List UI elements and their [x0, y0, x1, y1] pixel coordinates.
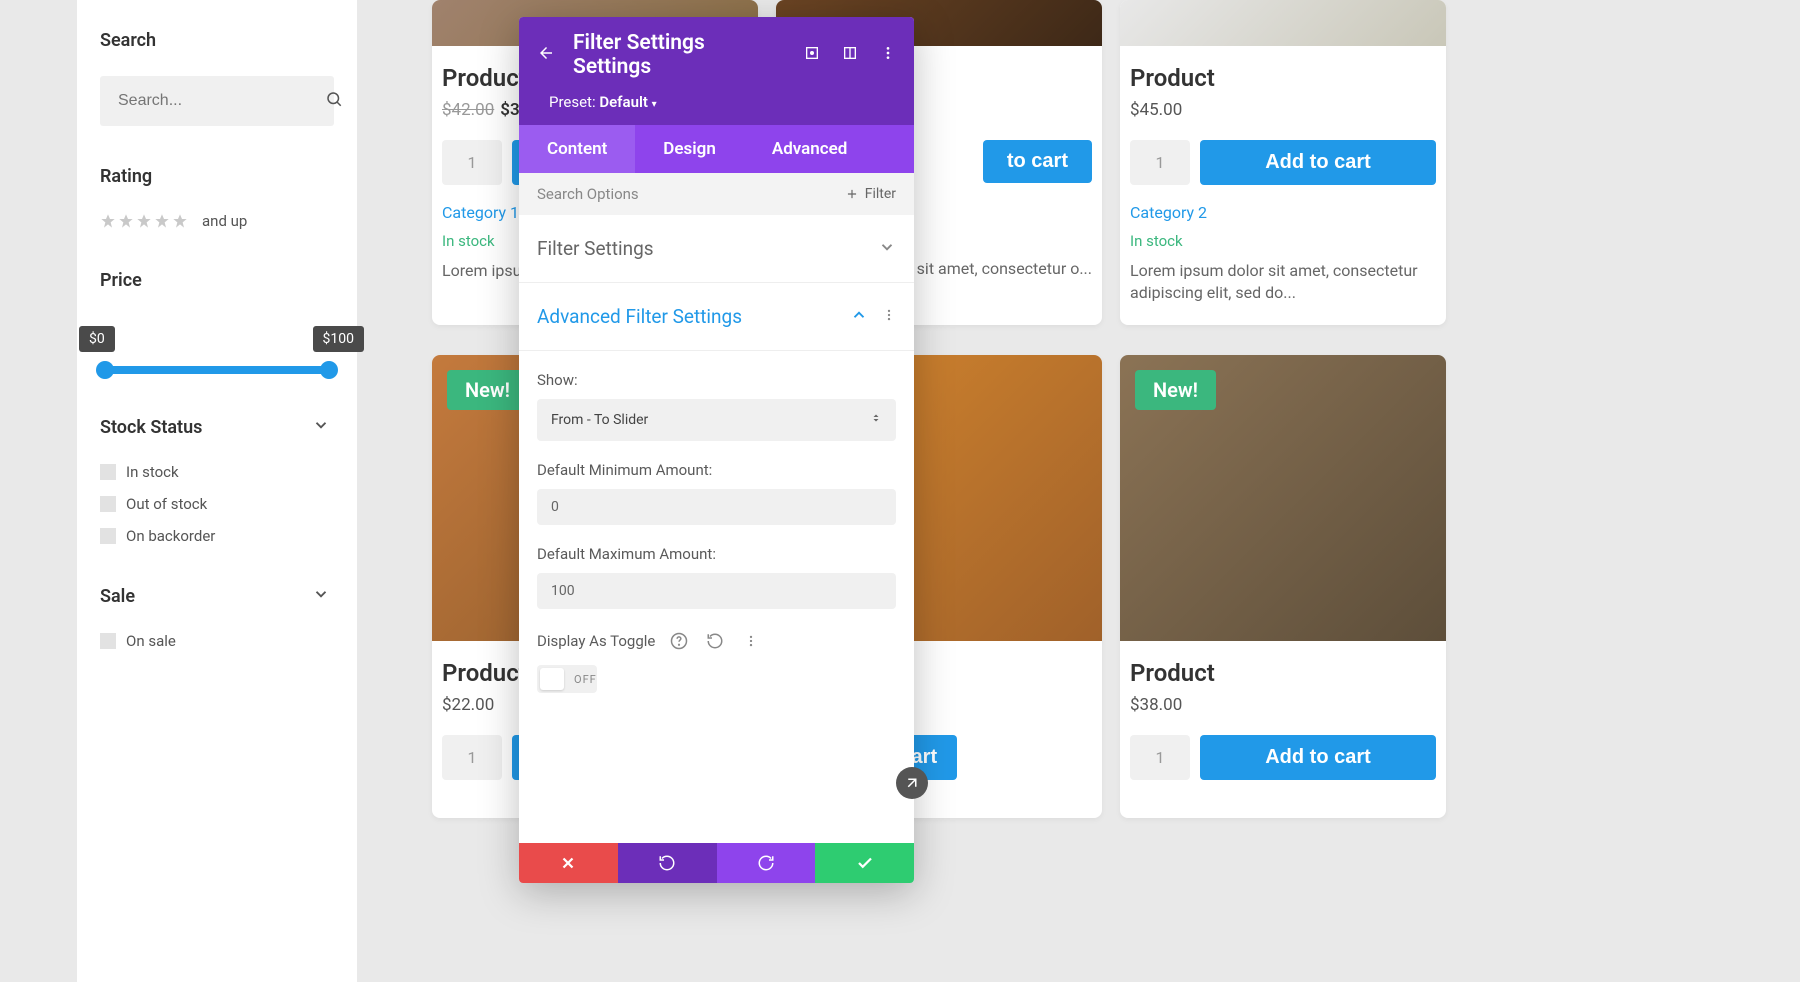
star-icon: [100, 213, 116, 229]
rating-filter[interactable]: and up: [100, 212, 334, 230]
modal-body: Show: From - To Slider Default Minimum A…: [519, 351, 914, 713]
product-card: Product $45.00 1 Add to cart Category 2 …: [1120, 0, 1446, 325]
show-select[interactable]: From - To Slider: [537, 399, 896, 441]
reset-icon[interactable]: [703, 629, 727, 653]
search-icon: [325, 90, 343, 112]
stock-status: In stock: [1130, 232, 1436, 250]
modal-header: Filter Settings Settings Preset: Default…: [519, 17, 914, 173]
max-amount-label: Default Maximum Amount:: [537, 545, 896, 563]
undo-button[interactable]: [618, 843, 717, 883]
tab-content[interactable]: Content: [519, 125, 635, 173]
rating-and-up: and up: [202, 212, 247, 230]
star-icon: [172, 213, 188, 229]
more-icon[interactable]: [882, 306, 896, 328]
back-button[interactable]: [537, 44, 555, 66]
max-amount-input[interactable]: 100: [537, 573, 896, 609]
modal-tabs: Content Design Advanced: [519, 125, 914, 173]
save-button[interactable]: [815, 843, 914, 883]
sale-toggle[interactable]: Sale: [100, 585, 334, 607]
min-amount-label: Default Minimum Amount:: [537, 461, 896, 479]
star-icon: [118, 213, 134, 229]
new-badge: New!: [447, 370, 528, 410]
toggle-state-label: OFF: [574, 673, 597, 686]
checkbox[interactable]: [100, 496, 116, 512]
search-options-bar: Search Options Filter: [519, 173, 914, 215]
chevron-down-icon: [878, 238, 896, 260]
new-badge: New!: [1135, 370, 1216, 410]
product-image: New!: [1120, 355, 1446, 641]
add-to-cart-button[interactable]: Add to cart: [1200, 140, 1436, 185]
advanced-filter-settings-section[interactable]: Advanced Filter Settings: [519, 283, 914, 351]
sale-title: Sale: [100, 586, 135, 607]
sale-item-on-sale[interactable]: On sale: [100, 632, 334, 650]
redo-button[interactable]: [717, 843, 816, 883]
chevron-down-icon: ▾: [652, 99, 657, 110]
star-icon: [136, 213, 152, 229]
help-icon[interactable]: [667, 629, 691, 653]
star-icon: [154, 213, 170, 229]
slider-track[interactable]: [100, 366, 334, 374]
product-image: [1120, 0, 1446, 46]
stock-item-in-stock[interactable]: In stock: [100, 463, 334, 481]
select-arrows-icon: [870, 409, 882, 431]
price-min-label: $0: [79, 326, 115, 352]
rating-title: Rating: [100, 166, 334, 187]
cancel-button[interactable]: [519, 843, 618, 883]
search-options-label[interactable]: Search Options: [537, 185, 845, 203]
settings-modal: Filter Settings Settings Preset: Default…: [519, 17, 914, 883]
stock-item-out-of-stock[interactable]: Out of stock: [100, 495, 334, 513]
chevron-up-icon: [850, 306, 868, 328]
quantity-input[interactable]: 1: [1130, 140, 1190, 185]
checkbox[interactable]: [100, 464, 116, 480]
stock-title: Stock Status: [100, 417, 202, 438]
product-card: New! Product $38.00 1 Add to cart: [1120, 355, 1446, 818]
modal-footer: [519, 843, 914, 883]
product-title: Product: [1130, 659, 1436, 687]
search-input[interactable]: [118, 92, 325, 110]
add-to-cart-button[interactable]: to cart: [983, 140, 1092, 183]
add-to-cart-button[interactable]: Add to cart: [1200, 735, 1436, 780]
more-icon[interactable]: [739, 629, 763, 653]
columns-icon[interactable]: [842, 45, 858, 65]
expand-icon[interactable]: [804, 45, 820, 65]
more-icon[interactable]: [880, 45, 896, 65]
toggle-handle: [540, 668, 564, 690]
filter-settings-section[interactable]: Filter Settings: [519, 215, 914, 283]
stock-status-toggle[interactable]: Stock Status: [100, 416, 334, 438]
product-title: Product: [1130, 64, 1436, 92]
checkbox[interactable]: [100, 633, 116, 649]
preset-selector[interactable]: Preset: Default ▾: [519, 93, 914, 125]
stock-item-backorder[interactable]: On backorder: [100, 527, 334, 545]
product-category[interactable]: Category 2: [1130, 203, 1436, 222]
product-description: Lorem ipsum dolor sit amet, consectetur …: [1130, 260, 1436, 305]
quantity-input[interactable]: 1: [1130, 735, 1190, 780]
resize-handle[interactable]: [896, 767, 928, 799]
checkbox[interactable]: [100, 528, 116, 544]
quantity-input[interactable]: 1: [442, 140, 502, 185]
chevron-down-icon: [312, 585, 330, 607]
tab-advanced[interactable]: Advanced: [744, 125, 876, 173]
product-price: $38.00: [1130, 695, 1436, 715]
search-box[interactable]: [100, 76, 334, 126]
price-max-label: $100: [313, 326, 364, 352]
add-filter-button[interactable]: Filter: [845, 186, 896, 202]
tab-design[interactable]: Design: [635, 125, 744, 173]
quantity-input[interactable]: 1: [442, 735, 502, 780]
search-title: Search: [100, 30, 334, 51]
chevron-down-icon: [312, 416, 330, 438]
show-label: Show:: [537, 371, 896, 389]
modal-title: Filter Settings Settings: [573, 31, 786, 79]
product-price: $45.00: [1130, 100, 1436, 120]
price-slider[interactable]: $0 $100: [100, 326, 334, 376]
sidebar: Search Rating and up Price $0 $100: [77, 0, 357, 982]
min-amount-input[interactable]: 0: [537, 489, 896, 525]
display-as-toggle-label: Display As Toggle: [537, 632, 655, 650]
price-title: Price: [100, 270, 334, 291]
display-as-toggle-switch[interactable]: OFF: [537, 665, 597, 693]
